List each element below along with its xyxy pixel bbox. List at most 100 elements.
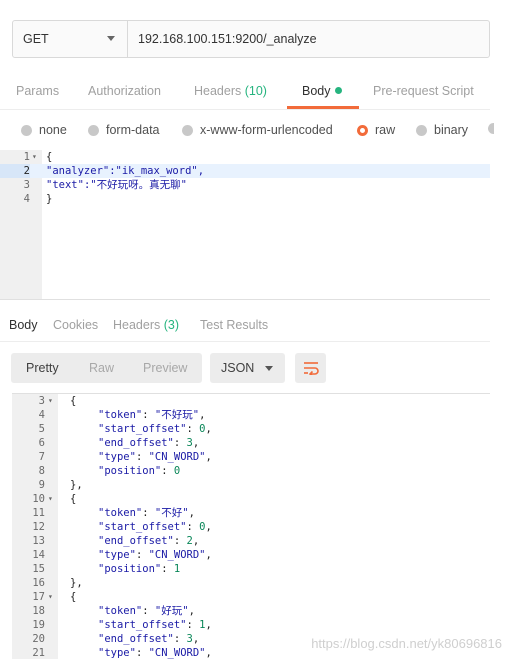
resp-tab-body[interactable]: Body: [9, 318, 38, 332]
format-select[interactable]: JSON: [210, 353, 285, 383]
fold-arrow-icon[interactable]: ▾: [48, 394, 53, 408]
resp-tab-test-results[interactable]: Test Results: [200, 318, 268, 332]
json-key: "analyzer": [46, 165, 110, 177]
wrap-lines-icon: [303, 362, 319, 375]
json-key: "type": [98, 451, 136, 463]
resp-tab-cookies[interactable]: Cookies: [53, 318, 98, 332]
json-key: "end_offset": [98, 535, 174, 547]
json-key: "token": [98, 605, 143, 617]
request-body-editor[interactable]: 1 ▾ { 2 "analyzer":"ik_max_word", 3 "tex…: [0, 150, 490, 300]
line-number: 2: [0, 164, 30, 178]
resp-tab-test-results-label: Test Results: [200, 318, 269, 332]
wrap-lines-button[interactable]: [295, 353, 326, 383]
json-value: "CN_WORD": [148, 549, 206, 561]
tab-params[interactable]: Params: [16, 84, 59, 98]
response-body-viewer[interactable]: 3 ▾{4 "token": "不好玩", 5 "start_offset": 0, 6 "…: [12, 393, 490, 659]
code-text: "position": 1: [98, 563, 181, 575]
response-line: 11 "token": "不好",: [12, 506, 490, 520]
json-value: "CN_WORD": [148, 647, 206, 659]
line-number: 11: [32, 507, 45, 519]
modified-dot-icon: [334, 87, 342, 95]
line-number: 1: [23, 151, 30, 163]
line-number: 4: [38, 409, 45, 421]
json-key: "text": [46, 179, 84, 191]
code-line: 3 "text":"不好玩呀。真无聊": [0, 178, 490, 192]
preview-button[interactable]: Preview: [143, 361, 187, 375]
radio-partial[interactable]: [488, 123, 501, 134]
json-key: "start_offset": [98, 521, 187, 533]
json-key: "type": [98, 647, 136, 659]
json-key: "start_offset": [98, 619, 187, 631]
response-line: 16},: [12, 576, 490, 590]
line-number: 9: [38, 479, 45, 491]
tab-headers-count: (10): [244, 84, 267, 98]
line-number: 7: [38, 451, 45, 463]
radio-circle-icon: [21, 124, 32, 136]
active-tab-underline: [287, 106, 359, 109]
code-text: }: [46, 193, 53, 205]
url-input[interactable]: 192.168.100.151:9200/_analyze: [128, 21, 489, 57]
code-text: "end_offset": 3,: [98, 633, 200, 645]
resp-tab-headers-label: Headers: [113, 318, 161, 332]
tab-body-label: Body: [302, 84, 331, 98]
line-number: 18: [32, 605, 45, 617]
json-punct: ,: [205, 619, 212, 631]
response-toolbar: Pretty Raw Preview JSON: [0, 348, 512, 388]
code-line: 2 "analyzer":"ik_max_word",: [0, 164, 490, 178]
response-line: 4 "token": "不好玩",: [12, 408, 490, 422]
code-text: "type": "CN_WORD",: [98, 549, 212, 561]
response-line: 12 "start_offset": 0,: [12, 520, 490, 534]
raw-button[interactable]: Raw: [89, 361, 114, 375]
code-text: "type": "CN_WORD",: [98, 451, 212, 463]
radio-circle-icon: [182, 124, 193, 136]
code-text: },: [70, 577, 83, 589]
line-number: 12: [32, 521, 45, 533]
json-key: "end_offset": [98, 437, 174, 449]
json-punct: ,: [188, 605, 195, 617]
json-key: "position": [98, 465, 162, 477]
method-select[interactable]: GET: [13, 21, 128, 57]
line-number: 17: [32, 591, 45, 603]
tab-pre-request-script[interactable]: Pre-request Script: [373, 84, 474, 98]
radio-form-data-label: form-data: [106, 123, 160, 137]
fold-arrow-icon[interactable]: ▾: [32, 150, 37, 164]
line-number: 19: [32, 619, 45, 631]
tab-headers[interactable]: Headers (10): [194, 84, 267, 98]
code-text: "token": "不好",: [98, 507, 195, 519]
code-text: {: [70, 591, 77, 603]
watermark: https://blog.csdn.net/yk80696816: [311, 636, 502, 651]
format-label: JSON: [221, 361, 255, 375]
code-text: "analyzer":"ik_max_word",: [46, 164, 204, 178]
line-number: 8: [38, 465, 45, 477]
pretty-button[interactable]: Pretty: [26, 361, 59, 375]
json-punct: ,: [205, 423, 212, 435]
tab-body[interactable]: Body: [302, 84, 342, 98]
code-text: "token": "好玩",: [98, 605, 195, 617]
json-punct: ,: [205, 521, 212, 533]
line-number: 4: [23, 193, 30, 205]
fold-arrow-icon[interactable]: ▾: [48, 590, 53, 604]
tab-headers-label: Headers: [194, 84, 242, 98]
radio-raw[interactable]: raw: [357, 123, 395, 137]
fold-arrow-icon[interactable]: ▾: [48, 492, 53, 506]
code-text: "start_offset": 0,: [98, 521, 212, 533]
line-number: 3: [38, 395, 45, 407]
response-line: 18 "token": "好玩",: [12, 604, 490, 618]
radio-binary[interactable]: binary: [416, 123, 468, 137]
radio-circle-icon: [488, 123, 494, 134]
method-label: GET: [23, 32, 49, 46]
chevron-down-icon: [107, 36, 115, 41]
tab-authorization[interactable]: Authorization: [88, 84, 161, 98]
resp-tab-headers[interactable]: Headers (3): [113, 318, 179, 332]
radio-form-data[interactable]: form-data: [88, 123, 160, 137]
radio-raw-label: raw: [375, 123, 396, 137]
radio-x-www-form-urlencoded[interactable]: x-www-form-urlencoded: [182, 123, 333, 137]
json-punct: ,: [205, 451, 212, 463]
json-key: "token": [98, 409, 143, 421]
request-tabs: Params Authorization Headers (10) Body P…: [0, 76, 490, 110]
radio-none[interactable]: none: [21, 123, 67, 137]
line-number: 20: [32, 633, 45, 645]
code-line: 4 }: [0, 192, 490, 206]
radio-circle-icon: [88, 124, 99, 136]
line-number: 10: [32, 493, 45, 505]
